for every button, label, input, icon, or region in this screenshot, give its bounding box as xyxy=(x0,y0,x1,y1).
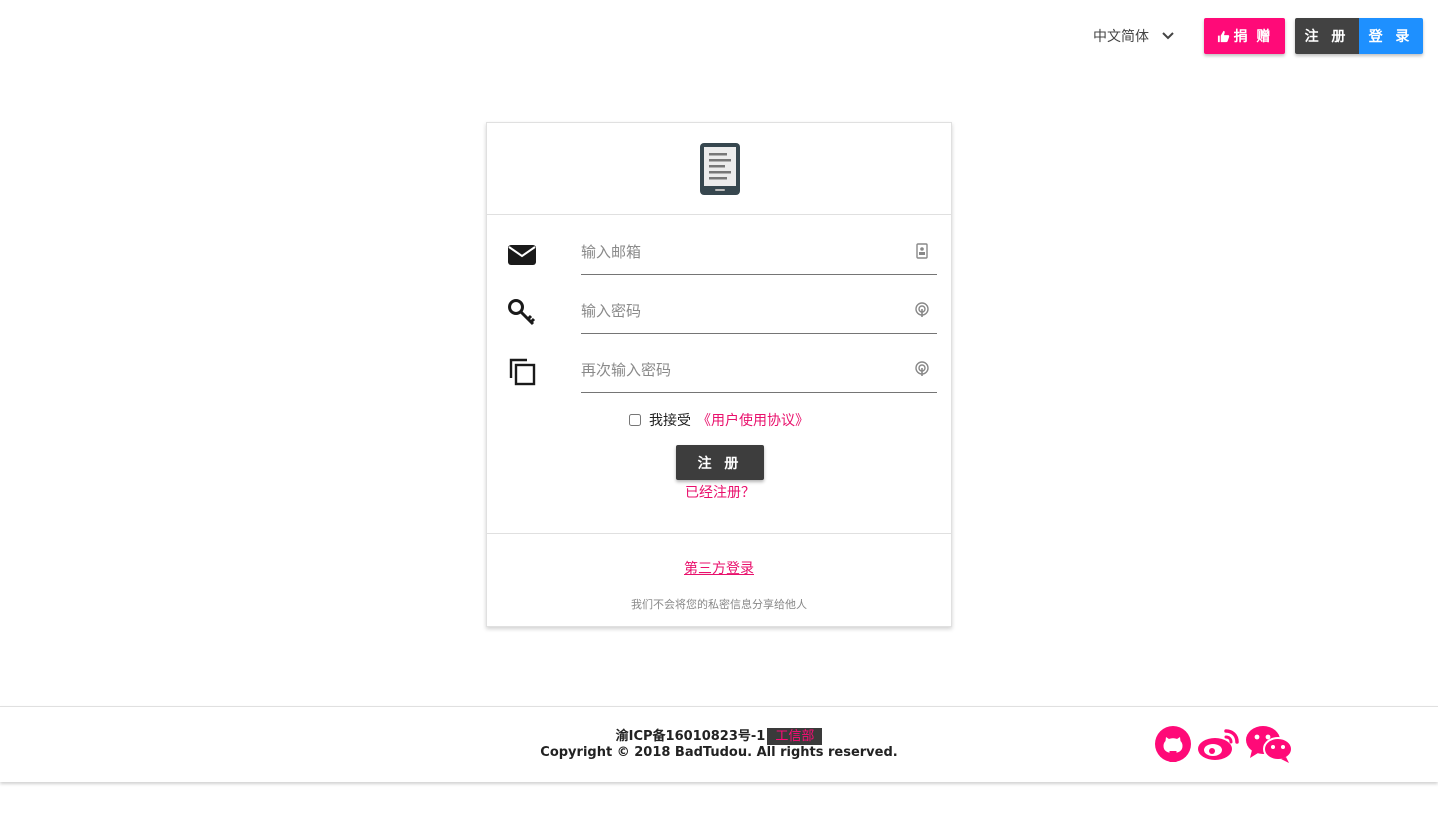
card-header xyxy=(487,123,951,215)
confirm-password-row xyxy=(487,341,953,393)
envelope-icon xyxy=(508,245,536,265)
register-card: 我接受 《用户使用协议》 注 册 已经注册？ 第三方登录 我们不会将您的私密信息… xyxy=(486,122,952,627)
donate-button[interactable]: 捐 赠 xyxy=(1204,18,1285,54)
user-agreement-link[interactable]: 《用户使用协议》 xyxy=(697,410,809,430)
site-footer: 渝ICP备16010823号-1 工信部 Copyright © 2018 Bad… xyxy=(0,706,1438,782)
email-input[interactable] xyxy=(581,237,901,267)
privacy-note: 我们不会将您的私密信息分享给他人 xyxy=(631,598,807,611)
agree-label: 我接受 xyxy=(649,413,691,429)
icp-badge[interactable]: 工信部 xyxy=(767,728,823,745)
confirm-password-input[interactable] xyxy=(581,355,901,385)
email-row xyxy=(487,223,953,275)
social-links xyxy=(1154,725,1294,763)
language-selector[interactable]: 中文简体 xyxy=(1093,24,1175,48)
donate-label: 捐 赠 xyxy=(1233,29,1273,45)
register-button[interactable]: 注 册 xyxy=(1295,18,1359,54)
already-registered-link[interactable]: 已经注册？ xyxy=(487,482,953,502)
card-footer: 第三方登录 我们不会将您的私密信息分享给他人 xyxy=(487,533,951,627)
icp-number: 渝ICP备16010823号-1 xyxy=(615,729,766,744)
fingerprint-icon xyxy=(915,361,929,376)
password-field xyxy=(581,296,937,334)
auth-button-group: 注 册 登 录 xyxy=(1295,18,1423,54)
thumbs-up-icon xyxy=(1217,30,1229,42)
password-input[interactable] xyxy=(581,296,901,326)
agreement-row: 我接受 《用户使用协议》 xyxy=(629,410,809,430)
agree-checkbox[interactable] xyxy=(629,414,641,426)
confirm-password-field xyxy=(581,355,937,393)
fingerprint-icon xyxy=(915,302,929,317)
key-icon xyxy=(508,299,536,326)
chevron-down-icon xyxy=(1162,32,1174,40)
email-field xyxy=(581,237,937,275)
submit-register-button[interactable]: 注 册 xyxy=(676,445,764,480)
ereader-logo-icon xyxy=(700,143,740,195)
language-label: 中文简体 xyxy=(1093,29,1149,45)
password-row xyxy=(487,282,953,334)
github-icon[interactable] xyxy=(1154,725,1192,763)
wechat-icon[interactable] xyxy=(1244,725,1294,763)
page: 中文简体 捐 赠 注 册 登 录 输入邮箱 我接受 《用户使用协议》 注 册 已… xyxy=(0,0,1438,822)
weibo-icon[interactable] xyxy=(1196,725,1240,763)
copy-icon xyxy=(509,358,536,386)
third-party-login-link[interactable]: 第三方登录 xyxy=(487,558,951,578)
login-button[interactable]: 登 录 xyxy=(1359,18,1423,54)
contact-card-icon xyxy=(916,243,928,259)
